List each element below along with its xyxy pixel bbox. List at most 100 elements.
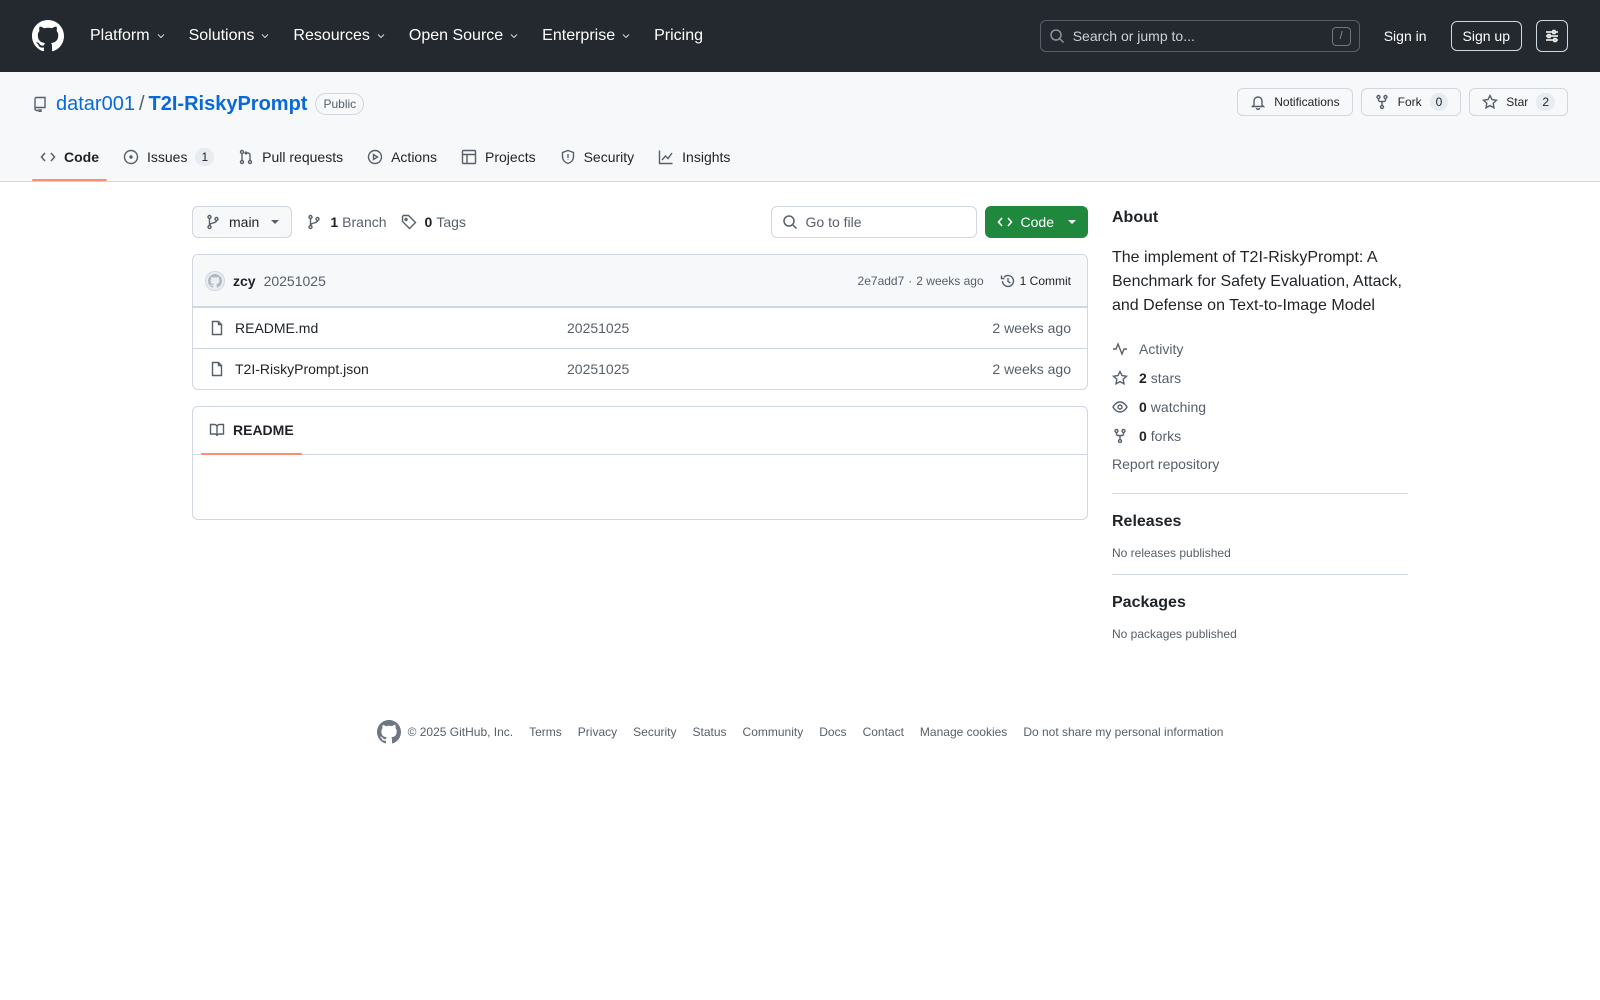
github-logo-icon[interactable] [32, 20, 64, 52]
watching-count: 0 [1139, 398, 1147, 415]
stars-link[interactable]: 2 stars [1112, 363, 1408, 392]
watchers-link[interactable]: 0 watching [1112, 392, 1408, 421]
footer-link-privacy[interactable]: Privacy [578, 725, 617, 739]
footer-link-security[interactable]: Security [633, 725, 676, 739]
tab-security[interactable]: Security [552, 133, 643, 181]
history-icon [1000, 274, 1014, 287]
releases-heading[interactable]: Releases [1112, 510, 1408, 534]
nav-enterprise[interactable]: Enterprise [538, 21, 636, 51]
file-icon [211, 361, 223, 377]
footer-link-do-not-share[interactable]: Do not share my personal information [1023, 725, 1223, 739]
footer-link-contact[interactable]: Contact [863, 725, 904, 739]
avatar[interactable] [205, 270, 225, 291]
table-row: README.md 20251025 2 weeks ago [193, 307, 1087, 348]
repo-name-link[interactable]: T2I-RiskyPrompt [149, 93, 308, 116]
branch-label: Branch [342, 214, 387, 230]
divider [1112, 574, 1408, 575]
nav-solutions[interactable]: Solutions [185, 21, 276, 51]
graph-icon [658, 150, 673, 165]
footer-link-docs[interactable]: Docs [819, 725, 846, 739]
file-icon [211, 320, 223, 336]
tab-label: Issues [147, 149, 188, 165]
sign-in-link[interactable]: Sign in [1384, 28, 1427, 44]
search-icon [782, 215, 797, 230]
footer-link-community[interactable]: Community [743, 725, 804, 739]
star-icon [1482, 94, 1499, 110]
packages-empty-note: No packages published [1112, 627, 1237, 641]
commit-author-link[interactable]: zcy [233, 273, 256, 289]
file-age: 2 weeks ago [992, 320, 1071, 336]
global-search-input[interactable]: Search or jump to... / [1039, 20, 1360, 52]
commit-history-link[interactable]: 1 Commit [1000, 273, 1071, 289]
footer-link-manage-cookies[interactable]: Manage cookies [920, 725, 1007, 739]
tab-code[interactable]: Code [32, 133, 107, 181]
file-name-link[interactable]: T2I-RiskyPrompt.json [235, 361, 567, 377]
tab-projects[interactable]: Projects [453, 133, 544, 181]
activity-link[interactable]: Activity [1112, 334, 1408, 363]
search-icon [1049, 29, 1064, 44]
sign-up-button[interactable]: Sign up [1450, 21, 1522, 51]
nav-label: Pricing [654, 27, 703, 44]
nav-label: Enterprise [542, 27, 616, 44]
tab-readme[interactable]: README [201, 406, 302, 455]
fork-button[interactable]: Fork 0 [1360, 88, 1462, 116]
stars-count: 2 [1139, 369, 1147, 386]
repo-header: datar001 / T2I-RiskyPrompt Public Notifi… [0, 72, 1600, 182]
notifications-button[interactable]: Notifications [1237, 88, 1353, 116]
watching-label: watching [1150, 398, 1207, 415]
footer-link-status[interactable]: Status [693, 725, 727, 739]
tag-count: 0 [424, 214, 433, 230]
repo-icon [34, 96, 46, 112]
branch-selector[interactable]: main [192, 206, 293, 238]
tab-issues[interactable]: Issues 1 [115, 133, 222, 181]
about-heading: About [1112, 209, 1159, 226]
file-commit-link[interactable]: 20251025 [567, 361, 629, 377]
caret-down-icon [271, 220, 280, 224]
issues-count: 1 [195, 148, 215, 166]
eye-icon [1112, 400, 1128, 413]
chevron-down-icon [622, 34, 630, 39]
forks-link[interactable]: 0 forks [1112, 421, 1408, 450]
chevron-down-icon [510, 34, 518, 39]
nav-pricing[interactable]: Pricing [650, 21, 707, 51]
tags-link[interactable]: 0 Tags [401, 214, 466, 230]
code-dropdown-button[interactable]: Code [984, 206, 1088, 238]
nav-resources[interactable]: Resources [289, 21, 390, 51]
packages-heading[interactable]: Packages [1112, 591, 1408, 615]
repo-owner-link[interactable]: datar001 [56, 93, 135, 116]
releases-empty-note: No releases published [1112, 546, 1231, 560]
commit-message-link[interactable]: 20251025 [264, 273, 326, 289]
github-logo-icon[interactable] [376, 720, 401, 744]
caret-down-icon [1068, 220, 1076, 224]
tab-label: Pull requests [262, 149, 344, 165]
star-button[interactable]: Star 2 [1469, 88, 1568, 116]
nav-label: Platform [90, 27, 150, 44]
commit-hash-link[interactable]: 2e7add7 [858, 274, 905, 288]
repo-actions: Notifications Fork 0 Star 2 [1237, 88, 1568, 116]
nav-open-source[interactable]: Open Source [405, 21, 524, 51]
footer-copyright: © 2025 GitHub, Inc. [407, 725, 514, 739]
nav-platform[interactable]: Platform [86, 21, 171, 51]
table-icon [461, 149, 477, 165]
file-name-link[interactable]: README.md [235, 320, 567, 336]
settings-menu-button[interactable] [1536, 20, 1568, 52]
file-commit-link[interactable]: 20251025 [567, 320, 629, 336]
go-to-file-input[interactable]: Go to file [770, 206, 977, 238]
forks-count: 0 [1139, 427, 1147, 444]
tab-insights[interactable]: Insights [650, 133, 738, 181]
branch-icon [207, 214, 219, 230]
latest-commit-bar: zcy 20251025 2e7add7 · 2 weeks ago 1 Com… [193, 255, 1087, 307]
footer-link-terms[interactable]: Terms [529, 725, 562, 739]
tab-pull-requests[interactable]: Pull requests [230, 133, 351, 181]
page-footer: © 2025 GitHub, Inc. Terms Privacy Securi… [0, 720, 1600, 744]
report-repository-link[interactable]: Report repository [1112, 456, 1219, 472]
chevron-down-icon [377, 34, 385, 39]
search-shortcut-key: / [1331, 26, 1351, 46]
fork-count: 0 [1429, 93, 1449, 111]
fork-label: Fork [1397, 95, 1422, 109]
forks-label: forks [1150, 427, 1182, 444]
table-row: T2I-RiskyPrompt.json 20251025 2 weeks ag… [193, 348, 1087, 389]
star-count: 2 [1536, 93, 1555, 111]
branches-link[interactable]: 1 Branch [306, 214, 387, 230]
tab-actions[interactable]: Actions [359, 133, 445, 181]
